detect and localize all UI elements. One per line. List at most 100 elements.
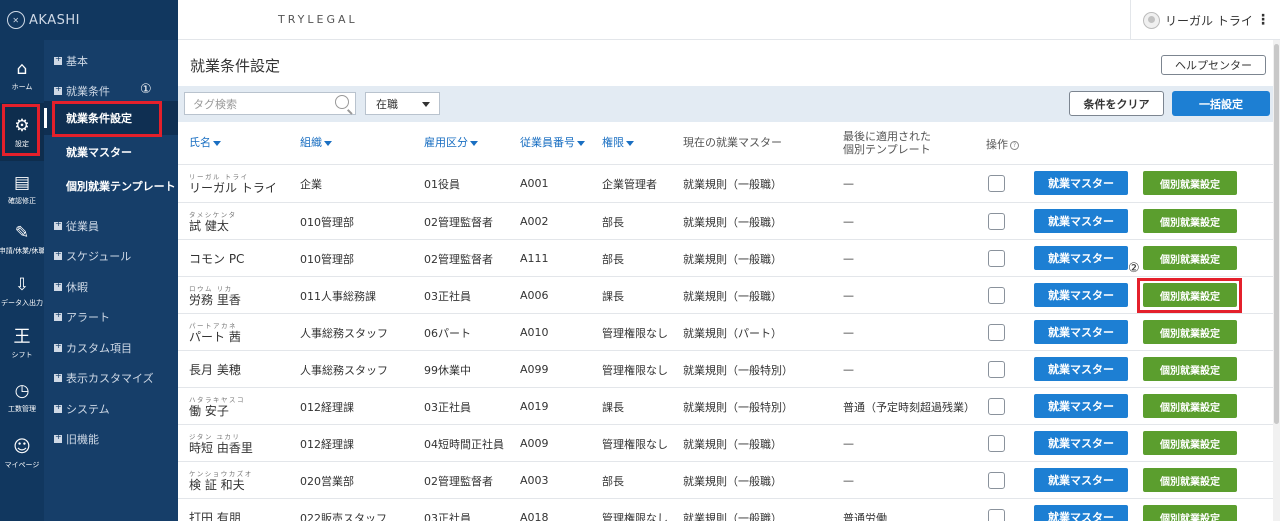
individual-setting-button[interactable]: 個別就業設定 <box>1143 468 1237 492</box>
individual-setting-button[interactable]: 個別就業設定 <box>1143 357 1237 381</box>
rail-item-mypage[interactable]: ☺ マイページ <box>0 424 44 482</box>
menu-alert[interactable]: アラート <box>54 309 110 325</box>
clear-conditions-button[interactable]: 条件をクリア <box>1069 91 1164 116</box>
menu-display-customize[interactable]: 表示カスタマイズ <box>54 370 154 386</box>
sort-icon <box>577 140 585 146</box>
menu-individual-template[interactable]: 個別就業テンプレート <box>44 169 178 203</box>
work-master-button[interactable]: 就業マスター <box>1034 171 1128 195</box>
shift-icon: 王 <box>13 326 31 347</box>
cell-employment: 02管理監督者 <box>424 252 493 266</box>
menu-work-master[interactable]: 就業マスター <box>44 135 178 169</box>
employee-name-cell: ケンショウカズオ検 証 和夫 <box>189 469 253 492</box>
highlight-individual-button <box>1137 278 1242 313</box>
avatar <box>1143 11 1160 29</box>
individual-setting-button[interactable]: 個別就業設定 <box>1143 431 1237 455</box>
help-center-button[interactable]: ヘルプセンター <box>1161 55 1266 75</box>
table-row: タメシケンタ試 健太 010管理部 02管理監督者 A002 部長 就業規則（一般職） — 就… <box>178 202 1273 239</box>
menu-basic[interactable]: 基本 <box>54 53 88 69</box>
tag-search-input[interactable]: タグ検索 <box>184 92 356 115</box>
row-checkbox[interactable] <box>988 250 1005 267</box>
cell-master: 就業規則（一般職） <box>683 177 782 191</box>
user-menu[interactable]: リーガル トライ ⋮ <box>1130 0 1280 40</box>
work-master-button[interactable]: 就業マスター <box>1034 431 1128 455</box>
row-checkbox[interactable] <box>988 509 1005 521</box>
cell-org: 人事総務スタッフ <box>300 363 388 377</box>
row-checkbox[interactable] <box>988 398 1005 415</box>
cell-emp-no: A006 <box>520 289 549 302</box>
cell-org: 010管理部 <box>300 252 354 266</box>
menu-legacy[interactable]: 旧機能 <box>54 431 99 447</box>
cell-authority: 管理権限なし <box>602 326 668 340</box>
cell-org: 022販売スタッフ <box>300 511 387 521</box>
row-checkbox[interactable] <box>988 213 1005 230</box>
caret-down-icon <box>422 102 430 107</box>
row-checkbox[interactable] <box>988 472 1005 489</box>
cell-employment: 03正社員 <box>424 511 471 521</box>
header-org[interactable]: 組織 <box>300 136 332 149</box>
table-row: ハタラキヤスコ働 安子 012経理課 03正社員 A019 課長 就業規則（一般特別） 普通… <box>178 387 1273 424</box>
kebab-icon[interactable]: ⋮ <box>1256 12 1270 28</box>
search-icon[interactable] <box>335 95 349 109</box>
expand-icon <box>54 341 62 352</box>
menu-employees[interactable]: 従業員 <box>54 218 99 234</box>
rail-item-requests[interactable]: ✎ 申請/休業/休職 <box>0 210 45 268</box>
info-icon[interactable]: ? <box>1010 140 1019 150</box>
row-checkbox[interactable] <box>988 175 1005 192</box>
cell-template: 普通（予定時刻超過残業） <box>843 400 975 414</box>
rail-item-home[interactable]: ⌂ ホーム <box>0 46 44 104</box>
scrollbar-thumb[interactable] <box>1274 44 1279 424</box>
cell-master: 就業規則（一般職） <box>683 511 782 521</box>
rail-item-man-hours[interactable]: ◷ 工数管理 <box>0 368 44 426</box>
rail-item-shift[interactable]: 王 シフト <box>0 314 44 372</box>
app-logo[interactable]: ✕ AKASHI <box>0 0 178 40</box>
individual-setting-button[interactable]: 個別就業設定 <box>1143 171 1237 195</box>
individual-setting-button[interactable]: 個別就業設定 <box>1143 246 1237 270</box>
row-checkbox[interactable] <box>988 435 1005 452</box>
individual-setting-button[interactable]: 個別就業設定 <box>1143 209 1237 233</box>
row-checkbox[interactable] <box>988 324 1005 341</box>
individual-setting-button[interactable]: 個別就業設定 <box>1143 505 1237 521</box>
header-employment[interactable]: 雇用区分 <box>424 136 478 149</box>
employee-name-cell: ハタラキヤスコ働 安子 <box>189 395 245 418</box>
menu-work-conditions[interactable]: 就業条件 <box>54 83 110 99</box>
cell-org: 020営業部 <box>300 474 354 488</box>
header-name[interactable]: 氏名 <box>189 136 221 149</box>
top-bar: TRYLEGAL リーガル トライ ⋮ <box>178 0 1280 40</box>
flag-icon: ✎ <box>14 222 30 243</box>
expand-icon <box>54 280 62 291</box>
cell-authority: 管理権限なし <box>602 363 668 377</box>
status-select[interactable]: 在職 <box>365 92 440 115</box>
individual-setting-button[interactable]: 個別就業設定 <box>1143 394 1237 418</box>
cell-master: 就業規則（パート） <box>683 326 782 340</box>
cell-template: — <box>843 326 854 339</box>
cell-emp-no: A009 <box>520 437 549 450</box>
work-master-button[interactable]: 就業マスター <box>1034 320 1128 344</box>
sort-icon <box>470 140 478 146</box>
filter-bar: タグ検索 在職 条件をクリア 一括設定 <box>178 86 1273 122</box>
work-master-button[interactable]: 就業マスター <box>1034 283 1128 307</box>
individual-setting-button[interactable]: 個別就業設定 <box>1143 320 1237 344</box>
work-master-button[interactable]: 就業マスター <box>1034 468 1128 492</box>
work-master-button[interactable]: 就業マスター <box>1034 505 1128 521</box>
work-master-button[interactable]: 就業マスター <box>1034 394 1128 418</box>
rail-item-data-io[interactable]: ⇩ データ入出力 <box>0 262 44 320</box>
menu-schedule[interactable]: スケジュール <box>54 248 131 264</box>
menu-custom-items[interactable]: カスタム項目 <box>54 340 132 356</box>
work-master-button[interactable]: 就業マスター <box>1034 246 1128 270</box>
menu-leave[interactable]: 休暇 <box>54 279 88 295</box>
menu-system[interactable]: システム <box>54 401 110 417</box>
header-authority[interactable]: 権限 <box>602 136 634 149</box>
bulk-setting-button[interactable]: 一括設定 <box>1172 91 1270 116</box>
table-row: リーガル トライ リーガル トライ 企業 01役員 A001 企業管理者 就業規則（一般職）… <box>178 164 1273 201</box>
row-checkbox[interactable] <box>988 287 1005 304</box>
work-master-button[interactable]: 就業マスター <box>1034 209 1128 233</box>
employee-name-cell: コモン PC <box>189 251 245 266</box>
work-master-button[interactable]: 就業マスター <box>1034 357 1128 381</box>
cell-template: — <box>843 363 854 376</box>
clock-icon: ◷ <box>14 380 30 401</box>
header-emp-no[interactable]: 従業員番号 <box>520 136 585 149</box>
employee-name-cell: リーガル トライ リーガル トライ <box>189 172 277 195</box>
row-checkbox[interactable] <box>988 361 1005 378</box>
cell-emp-no: A003 <box>520 474 549 487</box>
employee-name-cell: 打田 有朋 <box>189 510 241 521</box>
